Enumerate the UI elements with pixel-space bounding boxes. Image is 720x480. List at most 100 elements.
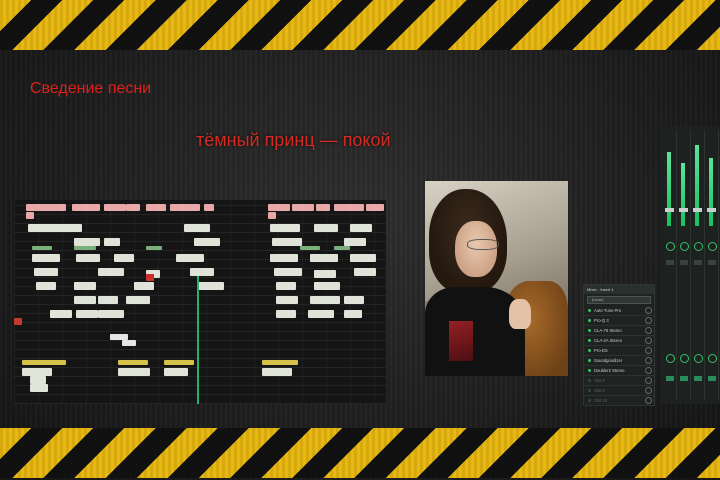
send-knob-icon[interactable] [694,354,703,363]
audio-clip[interactable] [310,254,338,262]
audio-clip[interactable] [146,204,166,211]
audio-clip[interactable] [76,310,98,318]
audio-clip[interactable] [314,224,338,232]
send-knob-icon[interactable] [666,354,675,363]
audio-clip[interactable] [26,204,66,211]
volume-fader[interactable] [665,208,674,212]
audio-clip[interactable] [30,384,48,392]
audio-clip[interactable] [194,238,220,246]
audio-clip[interactable] [308,310,334,318]
audio-clip[interactable] [164,360,194,365]
audio-clip[interactable] [146,246,162,250]
mix-knob-icon[interactable] [645,317,652,324]
plugin-slot[interactable]: CLA-2A Stereo [584,336,654,346]
audio-clip[interactable] [176,254,204,262]
slot-enable-icon[interactable] [588,339,591,342]
audio-clip[interactable] [50,310,72,318]
audio-clip[interactable] [314,270,336,278]
audio-clip[interactable] [366,204,384,211]
slot-enable-icon[interactable] [588,309,591,312]
audio-clip[interactable] [22,368,52,376]
plugin-slot[interactable]: Slot 10 [584,396,654,406]
mix-knob-icon[interactable] [645,387,652,394]
audio-clip[interactable] [22,360,66,365]
audio-clip[interactable] [170,204,200,211]
audio-clip[interactable] [272,238,302,246]
volume-fader[interactable] [707,208,716,212]
audio-clip[interactable] [26,212,34,219]
arm-button[interactable] [680,376,688,381]
audio-clip[interactable] [34,268,58,276]
audio-clip[interactable] [30,376,46,384]
slot-enable-icon[interactable] [588,379,591,382]
plugin-slot[interactable]: Doubler2 Stereo [584,366,654,376]
mixer-channel[interactable] [692,130,705,400]
send-knob-icon[interactable] [708,354,717,363]
audio-clip[interactable] [354,268,376,276]
audio-clip[interactable] [190,268,214,276]
pan-knob-icon[interactable] [708,242,717,251]
plugin-slot[interactable]: Pro-Q 3 [584,316,654,326]
slot-enable-icon[interactable] [588,399,591,402]
audio-clip[interactable] [118,368,150,376]
pan-knob-icon[interactable] [666,242,675,251]
slot-enable-icon[interactable] [588,359,591,362]
audio-clip[interactable] [198,282,224,290]
route-button[interactable] [694,260,702,265]
preset-selector[interactable]: (none) [587,296,651,304]
audio-clip[interactable] [262,368,292,376]
mix-knob-icon[interactable] [645,337,652,344]
audio-clip[interactable] [350,254,376,262]
plugin-slot[interactable]: Pro-DS [584,346,654,356]
plugin-slot[interactable]: Auto-Tune Pro [584,306,654,316]
volume-fader[interactable] [693,208,702,212]
audio-clip[interactable] [270,224,300,232]
mixer-channel[interactable] [678,130,691,400]
plugin-slot[interactable]: CLA-76 Stereo [584,326,654,336]
slot-enable-icon[interactable] [588,319,591,322]
audio-clip[interactable] [32,246,52,250]
audio-clip[interactable] [268,212,276,219]
route-button[interactable] [708,260,716,265]
arm-button[interactable] [666,376,674,381]
audio-clip[interactable] [36,282,56,290]
mix-knob-icon[interactable] [645,377,652,384]
audio-clip[interactable] [316,204,330,211]
slot-enable-icon[interactable] [588,349,591,352]
audio-clip[interactable] [276,296,298,304]
mix-knob-icon[interactable] [645,357,652,364]
audio-clip[interactable] [350,224,372,232]
audio-clip[interactable] [122,340,136,346]
audio-clip[interactable] [98,268,124,276]
audio-clip[interactable] [126,204,140,211]
audio-clip[interactable] [300,246,320,250]
slot-enable-icon[interactable] [588,389,591,392]
mixer-channel[interactable] [706,130,719,400]
slot-enable-icon[interactable] [588,369,591,372]
plugin-slot[interactable]: Slot 8 [584,376,654,386]
send-knob-icon[interactable] [680,354,689,363]
pan-knob-icon[interactable] [680,242,689,251]
audio-clip[interactable] [334,204,364,211]
audio-clip[interactable] [334,246,350,250]
audio-clip[interactable] [76,254,100,262]
audio-clip[interactable] [104,204,126,211]
audio-clip[interactable] [268,204,290,211]
audio-clip[interactable] [104,238,120,246]
audio-clip[interactable] [270,254,298,262]
audio-clip[interactable] [98,310,124,318]
audio-clip[interactable] [314,282,340,290]
audio-clip[interactable] [14,318,22,325]
volume-fader[interactable] [679,208,688,212]
audio-clip[interactable] [32,254,60,262]
plugin-slot[interactable]: Soundgoodizer [584,356,654,366]
audio-clip[interactable] [54,224,82,232]
audio-clip[interactable] [344,238,366,246]
mix-knob-icon[interactable] [645,397,652,404]
arm-button[interactable] [694,376,702,381]
audio-clip[interactable] [126,296,150,304]
route-button[interactable] [680,260,688,265]
playhead[interactable] [197,276,199,404]
mix-knob-icon[interactable] [645,347,652,354]
audio-clip[interactable] [72,204,100,211]
